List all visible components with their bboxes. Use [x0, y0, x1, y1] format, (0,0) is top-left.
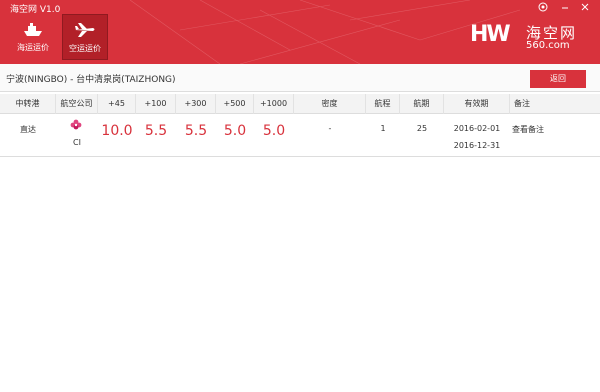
settings-icon[interactable] — [536, 2, 550, 14]
price-45: 10.0 — [101, 123, 133, 139]
col-schedule: 航期 — [400, 94, 444, 114]
valid-to: 2016-12-31 — [453, 141, 501, 150]
back-button[interactable]: 返回 — [530, 70, 586, 88]
price-1000: 5.0 — [262, 123, 286, 139]
density-cell: - — [328, 124, 332, 133]
airline-logo-icon — [70, 119, 82, 133]
price-100: 5.5 — [144, 123, 168, 139]
col-legs: 航程 — [366, 94, 400, 114]
route-bar: 宁波(NINGBO) - 台中清泉岗(TAIZHONG) 返回 — [0, 64, 600, 92]
logo-domain: 560.com — [526, 40, 570, 51]
col-45: +45 — [98, 94, 136, 114]
app-header: 海空网 V1.0 海运运价 空运运价 HW 海空网 560.com — [0, 0, 600, 64]
plane-icon — [63, 21, 107, 41]
price-500: 5.0 — [223, 123, 247, 139]
view-notes-link[interactable]: 查看备注 — [512, 124, 600, 135]
col-airline: 航空公司 — [56, 94, 98, 114]
col-transit: 中转港 — [0, 94, 56, 114]
tab-sea-freight[interactable]: 海运运价 — [10, 14, 56, 60]
rates-table-header: 中转港 航空公司 +45 +100 +300 +500 +1000 密度 航程 … — [0, 94, 600, 114]
route-title: 宁波(NINGBO) - 台中清泉岗(TAIZHONG) — [6, 75, 176, 85]
col-validity: 有效期 — [444, 94, 510, 114]
col-notes: 备注 — [514, 99, 530, 108]
schedule-cell: 25 — [416, 124, 428, 133]
tab-air-freight[interactable]: 空运运价 — [62, 14, 108, 60]
tab-air-freight-label: 空运运价 — [69, 44, 101, 53]
tab-sea-freight-label: 海运运价 — [17, 43, 49, 52]
ship-icon — [10, 20, 56, 40]
price-300: 5.5 — [184, 123, 208, 139]
col-500: +500 — [216, 94, 254, 114]
col-1000: +1000 — [254, 94, 294, 114]
col-100: +100 — [136, 94, 176, 114]
transit-cell: 直达 — [20, 125, 36, 134]
logo-mark: HW — [470, 22, 511, 47]
close-icon[interactable] — [578, 2, 592, 14]
airline-code: CI — [73, 138, 81, 147]
col-300: +300 — [176, 94, 216, 114]
col-density: 密度 — [294, 94, 366, 114]
legs-cell: 1 — [380, 124, 386, 133]
valid-from: 2016-02-01 — [453, 124, 501, 133]
minimize-icon[interactable] — [558, 2, 572, 14]
table-row: 直达 CI 10.0 5.5 5.5 5.0 5.0 - 1 25 2016-0… — [0, 115, 600, 157]
brand-logo: HW 海空网 560.com — [470, 22, 592, 58]
